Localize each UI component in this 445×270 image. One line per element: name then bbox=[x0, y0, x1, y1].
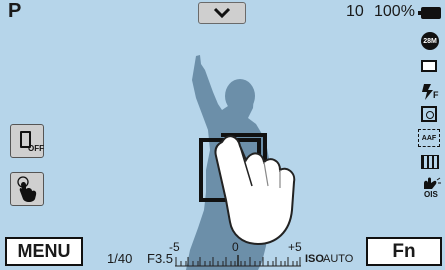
shooting-mode-label[interactable]: P bbox=[8, 0, 21, 23]
metering-center-icon bbox=[426, 111, 434, 119]
fn-button[interactable]: Fn bbox=[366, 237, 442, 266]
chevron-down-icon bbox=[213, 7, 231, 19]
flash-mode-suffix: F bbox=[433, 90, 439, 100]
drive-mode-icon bbox=[421, 155, 439, 169]
ev-scale-zero: 0 bbox=[232, 240, 239, 254]
flash-icon: F bbox=[421, 82, 443, 102]
self-timer-button[interactable]: OFF bbox=[10, 124, 44, 158]
af-mode-label: AAF bbox=[421, 134, 437, 142]
shutter-speed: 1/40 bbox=[107, 251, 133, 266]
stabilizer-label: OIS bbox=[424, 190, 438, 199]
af-mode-icon: AAF bbox=[418, 129, 440, 147]
battery-percentage: 100% bbox=[374, 3, 415, 20]
image-size-label: 28M bbox=[423, 37, 437, 45]
camera-live-view[interactable]: P 10 100% 28M F AAF OIS OFF MENU Fn 1/40… bbox=[0, 0, 445, 270]
iso-label: ISO bbox=[305, 253, 324, 265]
image-size-icon: 28M bbox=[421, 32, 439, 50]
touch-shutter-button[interactable] bbox=[10, 172, 44, 206]
metering-icon bbox=[421, 106, 437, 122]
ev-scale-max: +5 bbox=[288, 240, 302, 254]
lightning-icon bbox=[422, 84, 433, 100]
expand-panel-button[interactable] bbox=[198, 2, 246, 24]
hand-shake-icon bbox=[424, 177, 441, 189]
self-timer-off-label: OFF bbox=[28, 144, 44, 153]
exposure-scale[interactable] bbox=[175, 255, 301, 267]
touch-hand-icon bbox=[214, 135, 296, 246]
battery-icon bbox=[418, 7, 441, 19]
touch-shutter-icon bbox=[17, 176, 37, 202]
ev-scale-min: -5 bbox=[169, 240, 180, 254]
stabilizer-icon: OIS bbox=[420, 177, 442, 201]
iso-value: AUTO bbox=[323, 253, 354, 265]
aspect-ratio-icon bbox=[421, 60, 437, 72]
menu-button[interactable]: MENU bbox=[5, 237, 83, 266]
shots-remaining: 10 bbox=[346, 3, 364, 20]
